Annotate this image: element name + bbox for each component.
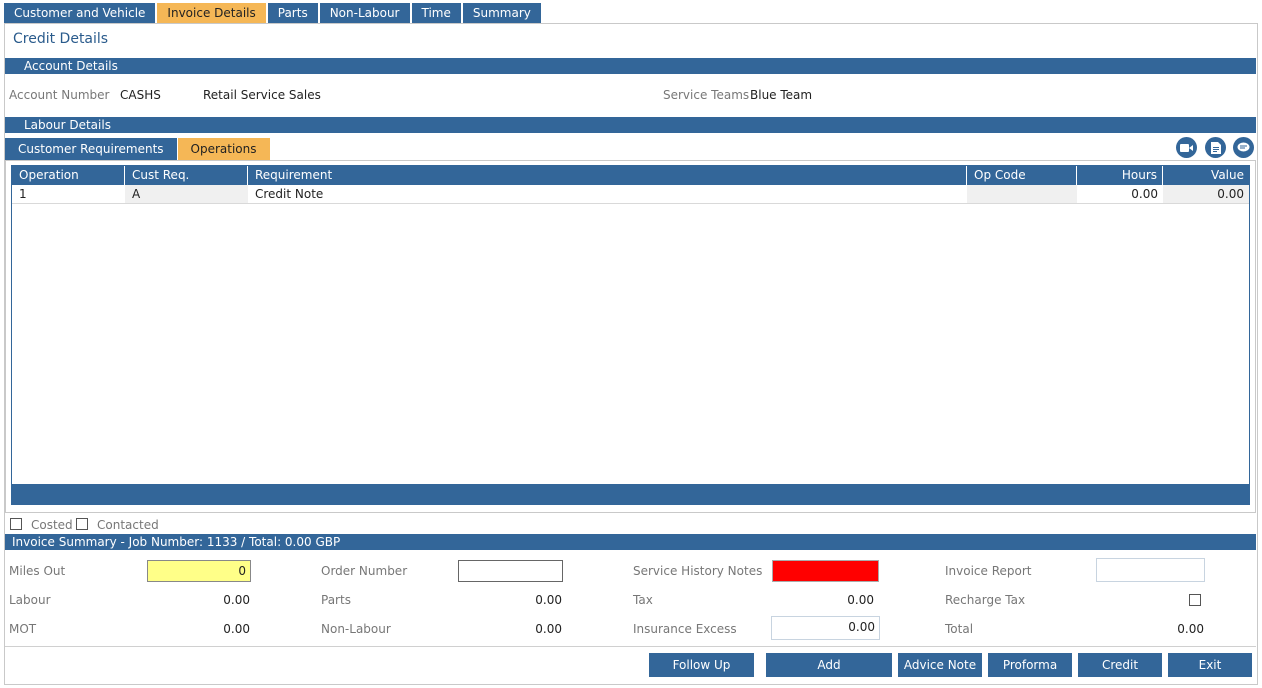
contacted-label: Contacted [97,518,159,532]
operations-grid: Operation Cust Req. Requirement Op Code … [11,165,1250,505]
service-history-notes-field[interactable] [772,560,879,582]
cell-operation: 1 [19,187,27,201]
tab-time[interactable]: Time [411,3,461,24]
column-header-op-code[interactable]: Op Code [967,166,1077,185]
tab-customer-requirements[interactable]: Customer Requirements [5,138,177,161]
order-number-label: Order Number [321,564,408,578]
column-header-cust-req[interactable]: Cust Req. [125,166,248,185]
cell-op-code [967,185,1077,203]
tab-customer-and-vehicle[interactable]: Customer and Vehicle [4,3,156,24]
invoice-summary-header: Invoice Summary - Job Number: 1133 / Tot… [5,534,1256,550]
tab-summary[interactable]: Summary [462,3,541,24]
add-button[interactable]: Add [766,653,892,677]
video-icon[interactable] [1176,137,1197,158]
column-header-operation[interactable]: Operation [12,166,125,185]
cell-hours: 0.00 [1131,187,1158,201]
order-number-input[interactable] [458,560,563,582]
document-icon[interactable] [1205,137,1226,158]
recharge-tax-checkbox[interactable] [1189,594,1201,606]
advice-note-button[interactable]: Advice Note [898,653,982,677]
labour-details-header: Labour Details [5,117,1256,133]
column-header-requirement[interactable]: Requirement [248,166,967,185]
page-title: Credit Details [13,31,109,47]
divider [5,646,1256,647]
invoice-report-label: Invoice Report [945,564,1032,578]
contacted-checkbox[interactable] [76,518,88,530]
invoice-report-field[interactable] [1096,558,1205,582]
total-label: Total [945,622,974,636]
cell-value: 0.00 [1163,185,1249,203]
proforma-button[interactable]: Proforma [988,653,1072,677]
cell-requirement: Credit Note [255,187,324,201]
labour-value: 0.00 [223,593,250,607]
parts-value: 0.00 [535,593,562,607]
column-header-value[interactable]: Value [1163,166,1249,185]
credit-button[interactable]: Credit [1078,653,1162,677]
miles-out-label: Miles Out [9,564,66,578]
tab-non-labour[interactable]: Non-Labour [319,3,410,24]
table-row[interactable]: 1 A Credit Note 0.00 0.00 [12,185,1249,204]
grid-footer [12,484,1249,504]
service-teams-label: Service Teams [663,88,750,102]
grid-header: Operation Cust Req. Requirement Op Code … [12,166,1249,185]
tab-invoice-details[interactable]: Invoice Details [157,3,266,24]
follow-up-button[interactable]: Follow Up [649,653,754,677]
cell-cust-req: A [125,185,248,203]
recharge-tax-label: Recharge Tax [945,593,1026,607]
tax-label: Tax [633,593,653,607]
mot-label: MOT [9,622,37,636]
column-header-hours[interactable]: Hours [1077,166,1163,185]
miles-out-input[interactable]: 0 [147,560,251,582]
costed-checkbox[interactable] [10,518,22,530]
tab-operations[interactable]: Operations [177,138,270,161]
service-history-notes-label: Service History Notes [633,564,763,578]
tax-value: 0.00 [847,593,874,607]
service-teams-value: Blue Team [750,88,813,102]
costed-label: Costed [31,518,73,532]
insurance-excess-label: Insurance Excess [633,622,737,636]
account-number-value: CASHS [120,88,161,102]
account-details-header: Account Details [5,58,1256,74]
exit-button[interactable]: Exit [1168,653,1252,677]
account-name-value: Retail Service Sales [203,88,321,102]
total-value: 0.00 [1177,622,1204,636]
labour-label: Labour [9,593,51,607]
chat-icon[interactable] [1233,137,1254,158]
parts-label: Parts [321,593,351,607]
mot-value: 0.00 [223,622,250,636]
top-tab-bar: Customer and Vehicle Invoice Details Par… [4,3,543,24]
insurance-excess-input[interactable]: 0.00 [771,616,880,640]
tab-parts[interactable]: Parts [267,3,318,24]
labour-sub-tabs: Customer Requirements Operations [5,138,271,161]
non-labour-label: Non-Labour [321,622,391,636]
non-labour-value: 0.00 [535,622,562,636]
account-number-label: Account Number [9,88,110,102]
